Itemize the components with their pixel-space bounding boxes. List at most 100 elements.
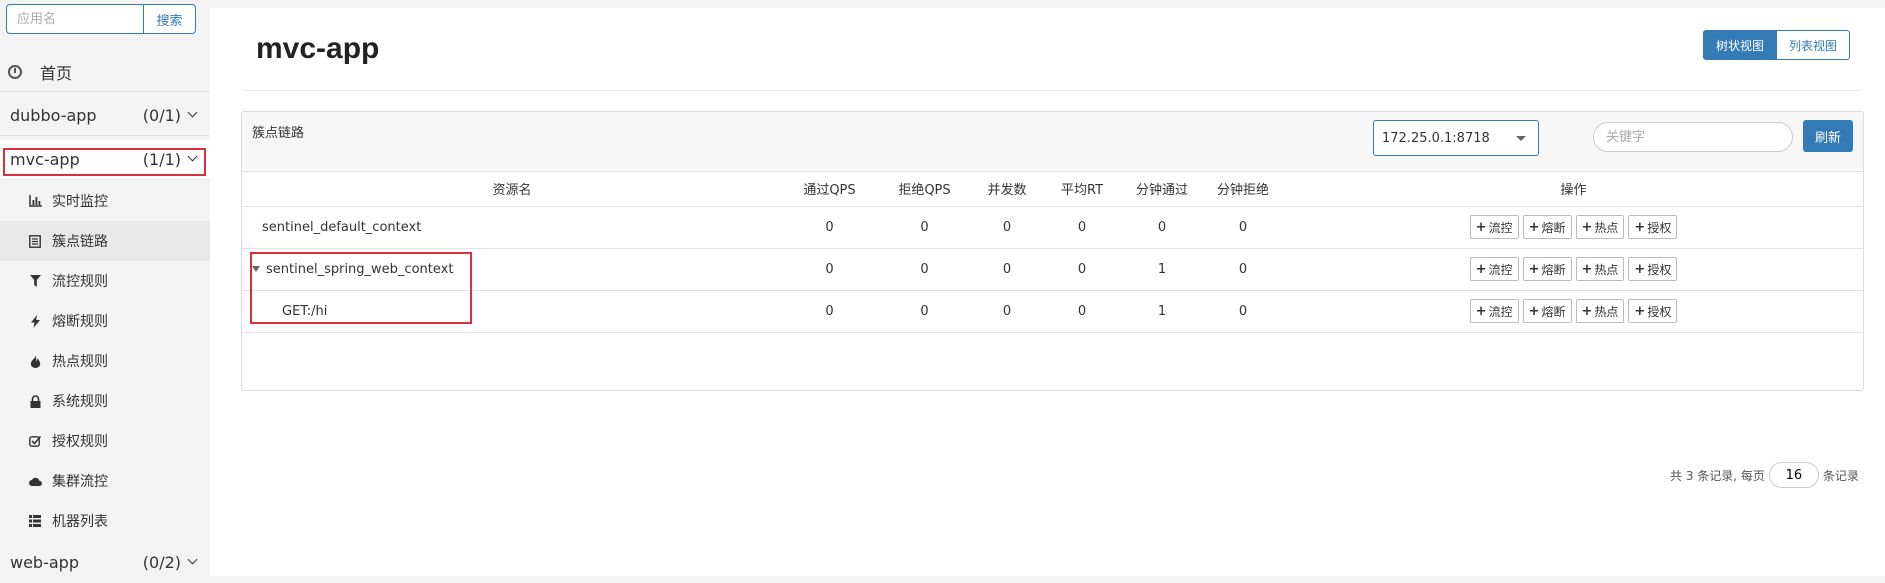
button-label: 热点 bbox=[1594, 220, 1619, 235]
app-count: (1/1) bbox=[142, 150, 181, 169]
app-search: 搜索 bbox=[6, 4, 196, 34]
avg-rt-cell: 0 bbox=[1042, 206, 1122, 249]
add-authority-rule-button[interactable]: + 授权 bbox=[1628, 299, 1678, 323]
machine-select[interactable]: 172.25.0.1:8718 bbox=[1373, 120, 1539, 156]
add-flow-rule-button[interactable]: + 流控 bbox=[1469, 257, 1519, 281]
chevron-down-icon bbox=[187, 151, 198, 162]
column-header: 平均RT bbox=[1042, 172, 1122, 207]
divider bbox=[242, 90, 1862, 91]
sidebar-item-label: 系统规则 bbox=[52, 394, 108, 410]
resource-name-cell: sentinel_default_context bbox=[242, 206, 782, 249]
button-label: 热点 bbox=[1594, 262, 1619, 277]
add-flow-rule-button[interactable]: + 流控 bbox=[1469, 299, 1519, 323]
avg-rt-cell: 0 bbox=[1042, 248, 1122, 291]
sidebar-item-realtime-monitor[interactable]: 实时监控 bbox=[0, 181, 210, 221]
minute-pass-cell: 1 bbox=[1122, 248, 1202, 291]
pager-suffix-text: 条记录 bbox=[1822, 468, 1859, 483]
filter-icon bbox=[28, 274, 42, 288]
button-label: 熔断 bbox=[1541, 220, 1566, 235]
plus-icon: + bbox=[1528, 303, 1540, 319]
add-degrade-rule-button[interactable]: + 熔断 bbox=[1522, 257, 1572, 281]
cluster-chain-panel: 簇点链路 172.25.0.1:8718 刷新 资源名 通过QPS 拒绝QPS … bbox=[241, 111, 1864, 488]
sidebar-item-cluster-chain[interactable]: 簇点链路 bbox=[0, 221, 210, 261]
column-header: 操作 bbox=[1284, 172, 1863, 207]
sidebar-item-label: 热点规则 bbox=[52, 354, 108, 370]
plus-icon: + bbox=[1581, 261, 1593, 277]
add-authority-rule-button[interactable]: + 授权 bbox=[1628, 257, 1678, 281]
pass-qps-cell: 0 bbox=[782, 206, 877, 249]
add-authority-rule-button[interactable]: + 授权 bbox=[1628, 215, 1678, 239]
sidebar-item-label: 机器列表 bbox=[52, 514, 108, 530]
app-search-input[interactable] bbox=[6, 4, 143, 34]
bar-chart-icon bbox=[28, 194, 42, 208]
th-list-icon bbox=[28, 514, 42, 528]
column-header: 分钟通过 bbox=[1122, 172, 1202, 207]
app-search-button[interactable]: 搜索 bbox=[143, 4, 196, 34]
chevron-down-icon bbox=[187, 107, 198, 118]
sidebar-app-dubbo-app[interactable]: dubbo-app (0/1) bbox=[0, 96, 210, 136]
button-label: 流控 bbox=[1488, 262, 1513, 277]
sidebar-item-label: 实时监控 bbox=[52, 194, 108, 210]
add-degrade-rule-button[interactable]: + 熔断 bbox=[1522, 299, 1572, 323]
sidebar-item-degrade-rules[interactable]: 熔断规则 bbox=[0, 301, 210, 341]
button-label: 授权 bbox=[1647, 262, 1672, 277]
keyword-input[interactable] bbox=[1593, 122, 1793, 152]
sidebar-item-label: 集群流控 bbox=[52, 474, 108, 490]
tree-view-button[interactable]: 树状视图 bbox=[1703, 30, 1778, 60]
caret-down-icon[interactable] bbox=[252, 265, 260, 272]
button-label: 熔断 bbox=[1541, 304, 1566, 319]
add-hotspot-rule-button[interactable]: + 热点 bbox=[1575, 299, 1625, 323]
minute-pass-cell: 1 bbox=[1122, 290, 1202, 333]
add-flow-rule-button[interactable]: + 流控 bbox=[1469, 215, 1519, 239]
threads-cell: 0 bbox=[972, 248, 1042, 291]
table-row: GET:/hi 0 0 0 0 1 0 + 流控 + 熔断 + 热点 + 授权 bbox=[242, 290, 1863, 333]
list-icon bbox=[28, 234, 42, 248]
clock-icon bbox=[8, 64, 22, 79]
list-view-button[interactable]: 列表视图 bbox=[1777, 30, 1851, 60]
sidebar-app-web-app[interactable]: web-app (0/2) bbox=[0, 542, 210, 582]
table-row: sentinel_spring_web_context 0 0 0 0 1 0 … bbox=[242, 248, 1863, 291]
resource-name-cell: sentinel_spring_web_context bbox=[242, 248, 782, 291]
column-header: 并发数 bbox=[972, 172, 1042, 207]
add-degrade-rule-button[interactable]: + 熔断 bbox=[1522, 215, 1572, 239]
page-size-input[interactable] bbox=[1768, 462, 1819, 488]
panel-title: 簇点链路 bbox=[252, 126, 305, 141]
threads-cell: 0 bbox=[972, 206, 1042, 249]
sidebar-item-home[interactable]: 首页 bbox=[0, 52, 210, 92]
refresh-button[interactable]: 刷新 bbox=[1803, 120, 1853, 152]
fire-icon bbox=[28, 354, 42, 368]
resource-name: sentinel_default_context bbox=[262, 219, 422, 235]
sidebar-item-machine-list[interactable]: 机器列表 bbox=[0, 501, 210, 541]
sidebar-item-flow-rules[interactable]: 流控规则 bbox=[0, 261, 210, 301]
main-content: mvc-app 树状视图 列表视图 簇点链路 172.25.0.1:8718 刷… bbox=[210, 8, 1885, 576]
add-hotspot-rule-button[interactable]: + 热点 bbox=[1575, 215, 1625, 239]
button-label: 流控 bbox=[1488, 304, 1513, 319]
panel-header: 簇点链路 172.25.0.1:8718 刷新 bbox=[242, 112, 1863, 172]
app-count: (0/1) bbox=[142, 106, 181, 125]
column-header: 分钟拒绝 bbox=[1202, 172, 1284, 207]
sidebar-app-mvc-app[interactable]: mvc-app (1/1) bbox=[0, 140, 210, 180]
plus-icon: + bbox=[1475, 303, 1487, 319]
pager-total-text: 共 3 条记录, 每页 bbox=[1670, 468, 1765, 483]
sidebar-item-system-rules[interactable]: 系统规则 bbox=[0, 381, 210, 421]
resource-name: sentinel_spring_web_context bbox=[266, 261, 454, 277]
sidebar-item-label: 簇点链路 bbox=[52, 234, 108, 250]
button-label: 热点 bbox=[1594, 304, 1619, 319]
table-header-row: 资源名 通过QPS 拒绝QPS 并发数 平均RT 分钟通过 分钟拒绝 操作 bbox=[242, 172, 1863, 207]
add-hotspot-rule-button[interactable]: + 热点 bbox=[1575, 257, 1625, 281]
page-title: mvc-app bbox=[256, 32, 380, 65]
caret-down-icon bbox=[1516, 136, 1526, 141]
check-icon bbox=[28, 434, 42, 448]
view-toggle: 树状视图 列表视图 bbox=[1703, 30, 1851, 60]
pagination: 共 3 条记录, 每页 条记录 bbox=[1670, 462, 1859, 488]
minute-block-cell: 0 bbox=[1202, 290, 1284, 333]
block-qps-cell: 0 bbox=[877, 248, 972, 291]
sidebar-item-authority-rules[interactable]: 授权规则 bbox=[0, 421, 210, 461]
cloud-icon bbox=[28, 474, 42, 488]
sidebar-item-label: 熔断规则 bbox=[52, 314, 108, 330]
sidebar-item-cluster-flow[interactable]: 集群流控 bbox=[0, 461, 210, 501]
sidebar-item-hotspot-rules[interactable]: 热点规则 bbox=[0, 341, 210, 381]
plus-icon: + bbox=[1475, 219, 1487, 235]
sidebar-item-label: 授权规则 bbox=[52, 434, 108, 450]
minute-block-cell: 0 bbox=[1202, 248, 1284, 291]
